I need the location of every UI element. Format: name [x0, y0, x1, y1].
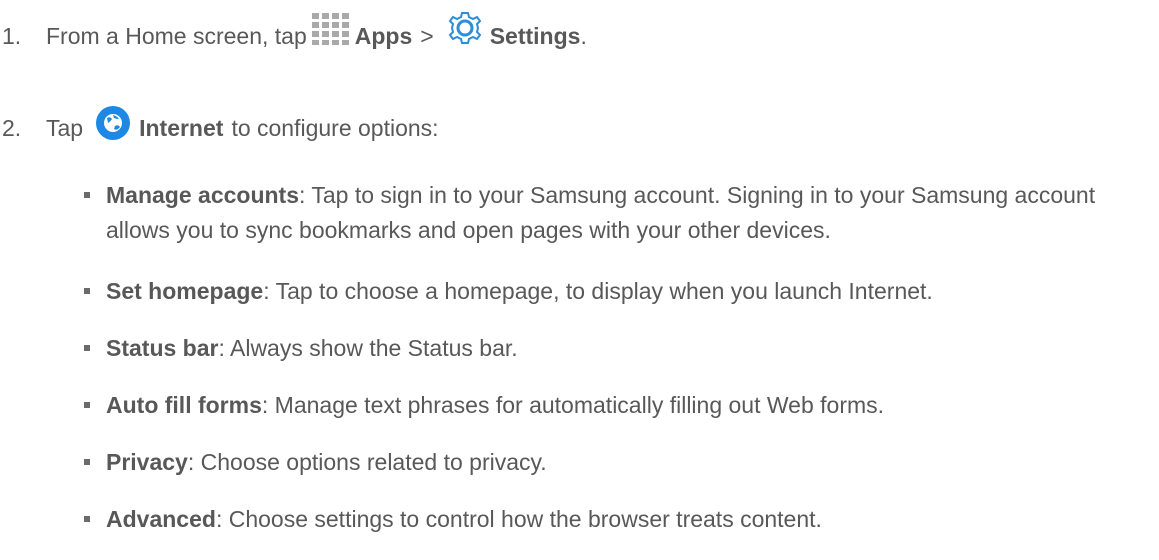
settings-label: Settings [489, 22, 581, 49]
bullet-square [84, 459, 90, 465]
option-term: Manage accounts [106, 182, 299, 208]
option-description: : Manage text phrases for automatically … [261, 392, 885, 418]
apps-grid-icon [311, 12, 351, 46]
option-description: : Always show the Status bar. [218, 335, 518, 361]
list-item: Status bar: Always show the Status bar. [84, 331, 1156, 366]
option-term: Privacy [106, 449, 188, 475]
bullet-square [84, 192, 90, 198]
settings-gear-icon [446, 9, 484, 47]
apps-label: Apps [354, 22, 413, 49]
step-number: 2. [2, 114, 22, 141]
bullet-square [84, 402, 90, 408]
list-item: Auto fill forms: Manage text phrases for… [84, 388, 1156, 423]
bullet-square [84, 345, 90, 351]
option-term: Status bar [106, 335, 219, 361]
list-item: Manage accounts: Tap to sign in to your … [84, 178, 1156, 248]
option-term: Set homepage [106, 278, 264, 304]
separator: > [420, 22, 434, 49]
option-description: : Tap to choose a homepage, to display w… [263, 278, 933, 304]
list-item: Set homepage: Tap to choose a homepage, … [84, 274, 1156, 309]
bullet-square [84, 516, 90, 522]
list-item: Advanced: Choose settings to control how… [84, 502, 1156, 537]
option-description: : Choose options related to privacy. [187, 449, 547, 475]
list-item: Privacy: Choose options related to priva… [84, 445, 1156, 480]
step-suffix: to configure options: [231, 114, 439, 141]
step-1: 1. From a Home screen, tap Apps > Settin… [2, 8, 587, 64]
option-term: Advanced [106, 506, 216, 532]
step-number: 1. [2, 22, 22, 49]
option-description: : Choose settings to control how the bro… [215, 506, 822, 532]
internet-label: Internet [139, 114, 224, 141]
step-text: From a Home screen, tap [46, 22, 307, 49]
bullet-square [84, 288, 90, 294]
step-text: Tap [46, 114, 84, 141]
step-2: 2. Tap Internet to configure options: [2, 100, 439, 156]
step-suffix: . [580, 22, 587, 49]
option-term: Auto fill forms [106, 392, 262, 418]
internet-globe-icon [95, 105, 131, 141]
